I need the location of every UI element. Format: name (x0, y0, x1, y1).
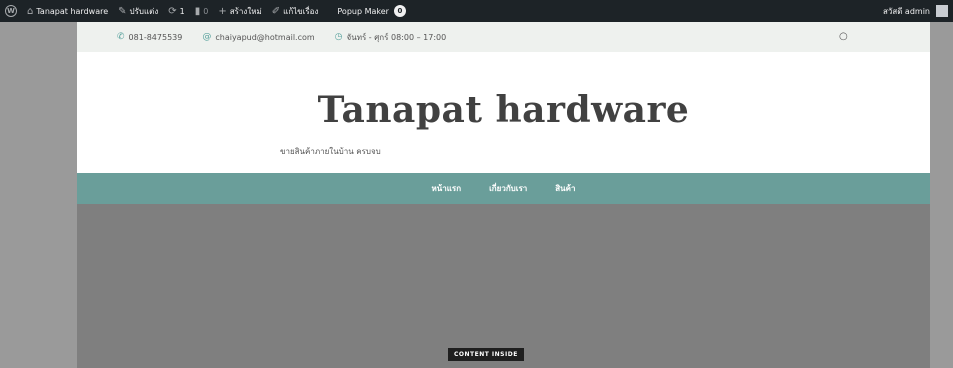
admin-bar: W ⌂ Tanapat hardware ✎ ปรับแต่ง ⟳ 1 ▮ 0 … (0, 0, 953, 22)
search-icon[interactable]: ○ (839, 31, 848, 42)
site-name-menu[interactable]: ⌂ Tanapat hardware (22, 0, 113, 22)
updates-count: 1 (179, 6, 185, 16)
content-inside-badge: CONTENT INSIDE (448, 348, 524, 361)
wp-menu[interactable]: W (0, 0, 22, 22)
nav-item-products[interactable]: สินค้า (555, 182, 575, 195)
comment-icon: ▮ (194, 5, 201, 17)
avatar (936, 5, 948, 17)
new-content-menu[interactable]: + สร้างใหม่ (213, 0, 266, 22)
brush-icon: ✎ (118, 5, 127, 17)
main-nav: หน้าแรก เกี่ยวกับเรา สินค้า (77, 173, 930, 204)
home-icon: ⌂ (27, 5, 34, 17)
email-text: chaiyapud@hotmail.com (215, 32, 315, 42)
phone-info: ✆ 081-8475539 (117, 32, 182, 42)
new-content-label: สร้างใหม่ (229, 6, 262, 16)
nav-item-about[interactable]: เกี่ยวกับเรา (489, 182, 527, 195)
site-title[interactable]: Tanapat hardware (77, 89, 930, 131)
email-info[interactable]: @ chaiyapud@hotmail.com (202, 32, 314, 42)
pencil-icon: ✐ (271, 5, 281, 17)
phone-text: 081-8475539 (128, 32, 183, 42)
customize-label: ปรับแต่ง (129, 6, 159, 16)
site-frame: ✆ 081-8475539 @ chaiyapud@hotmail.com ◷ … (77, 22, 930, 368)
phone-icon: ✆ (117, 32, 125, 42)
hero-section: CONTENT INSIDE (77, 204, 930, 368)
site-name-label: Tanapat hardware (36, 6, 109, 16)
updates-icon: ⟳ (168, 5, 177, 17)
edit-label: แก้ไขเรื่อง (283, 6, 319, 16)
clock-icon: ◷ (334, 32, 343, 42)
wordpress-icon: W (5, 5, 17, 17)
popup-maker-label: Popup Maker (337, 6, 389, 16)
comments-count: 0 (203, 6, 209, 16)
hours-text: จันทร์ - ศุกร์ 08:00 – 17:00 (346, 32, 447, 42)
my-account-menu[interactable]: สวัสดี admin (878, 0, 953, 22)
plus-icon: + (218, 5, 227, 17)
at-icon: @ (202, 32, 212, 42)
top-info-bar: ✆ 081-8475539 @ chaiyapud@hotmail.com ◷ … (77, 22, 930, 52)
nav-item-home[interactable]: หน้าแรก (432, 182, 462, 195)
hours-info: ◷ จันทร์ - ศุกร์ 08:00 – 17:00 (335, 31, 447, 44)
customize-menu[interactable]: ✎ ปรับแต่ง (113, 0, 163, 22)
site-header: Tanapat hardware ขายสินค้าภายในบ้าน ครบจ… (77, 52, 930, 173)
edit-menu[interactable]: ✐ แก้ไขเรื่อง (267, 0, 324, 22)
popup-maker-menu[interactable]: Popup Maker 0 (323, 0, 411, 22)
site-tagline: ขายสินค้าภายในบ้าน ครบจบ (280, 147, 381, 156)
greeting-label: สวัสดี admin (882, 6, 930, 16)
updates-menu[interactable]: ⟳ 1 (163, 0, 189, 22)
comments-menu[interactable]: ▮ 0 (190, 0, 214, 22)
popup-maker-badge: 0 (393, 5, 406, 17)
